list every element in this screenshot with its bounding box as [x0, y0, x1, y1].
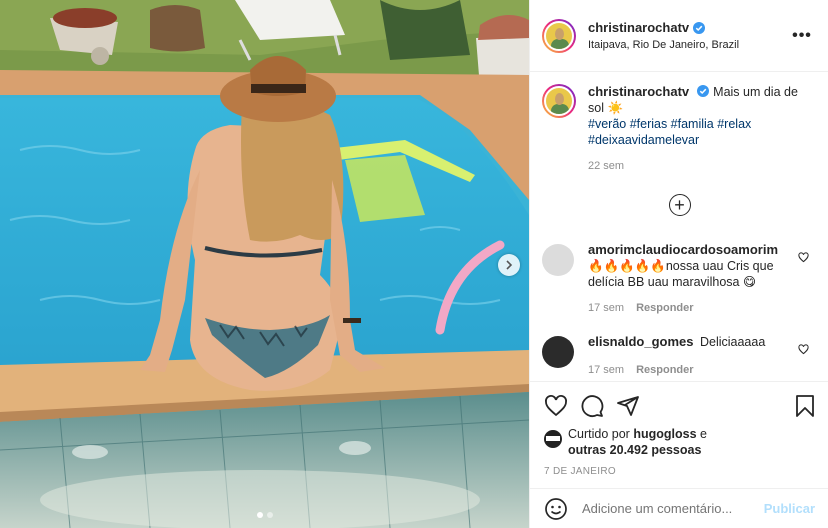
comment-item: elisnaldo_gomes Deliciaaaaa 17 sem Respo… [530, 334, 828, 378]
like-comment-heart-icon[interactable] [798, 252, 809, 263]
caption-timestamp[interactable]: 22 sem [588, 158, 815, 174]
chevron-right-icon [506, 260, 513, 270]
commenter-avatar[interactable] [542, 244, 574, 276]
author-username[interactable]: christinarochatv [588, 20, 689, 35]
post-header: christinarochatv Itaipava, Rio De Janeir… [530, 0, 828, 72]
comment-input[interactable] [582, 501, 764, 516]
reply-button[interactable]: Responder [636, 300, 693, 316]
reply-button[interactable]: Responder [636, 362, 693, 378]
carousel-dot [266, 512, 273, 518]
carousel-indicator [0, 512, 529, 518]
publish-button[interactable]: Publicar [764, 501, 815, 516]
verified-badge-icon [697, 85, 710, 97]
post-actions: Curtido por hugogloss e outras 20.492 pe… [530, 381, 828, 477]
bookmark-icon[interactable] [793, 394, 817, 418]
share-icon[interactable] [616, 394, 640, 418]
load-more-comments: + [530, 194, 828, 216]
comment-timestamp[interactable]: 17 sem [588, 362, 624, 378]
carousel-next-button[interactable] [498, 254, 520, 276]
emoji-icon[interactable] [544, 497, 568, 521]
comment-icon[interactable] [580, 394, 604, 418]
plus-circle-icon[interactable]: + [668, 194, 691, 216]
commenter-avatar[interactable] [542, 336, 574, 368]
post-location[interactable]: Itaipava, Rio De Janeiro, Brazil [588, 39, 790, 51]
carousel-dot [256, 512, 263, 518]
post-date[interactable]: 7 DE JANEIRO [530, 458, 828, 477]
post-caption: christinarochatv Mais um dia de sol ☀️ #v… [530, 73, 828, 174]
pool-scene [0, 0, 529, 528]
likes-prefix: Curtido por [568, 427, 630, 441]
comment-username[interactable]: elisnaldo_gomes [588, 334, 693, 349]
liker-username[interactable]: hugogloss [633, 427, 696, 441]
likes-conj: e [700, 427, 707, 441]
more-options-button[interactable]: ••• [790, 27, 814, 45]
comment-username[interactable]: amorimclaudiocardosoamorim [588, 242, 778, 257]
comment-timestamp[interactable]: 17 sem [588, 300, 624, 316]
comment-text: 🔥🔥🔥🔥🔥nossa uau Cris que delícia BB uau m… [588, 259, 774, 289]
caption-username[interactable]: christinarochatv [588, 84, 689, 99]
likes-summary: Curtido por hugogloss e outras 20.492 pe… [530, 422, 828, 458]
author-avatar[interactable] [542, 18, 576, 53]
post-sidebar: christinarochatv Itaipava, Rio De Janeir… [529, 0, 828, 528]
liker-avatar[interactable] [544, 430, 562, 448]
like-comment-heart-icon[interactable] [798, 344, 809, 355]
verified-badge-icon [693, 21, 706, 34]
comment-text: Deliciaaaaa [699, 335, 766, 349]
comment-item: amorimclaudiocardosoamorim 🔥🔥🔥🔥🔥nossa ua… [530, 242, 828, 316]
comments-list[interactable]: christinarochatv Mais um dia de sol ☀️ #v… [530, 73, 828, 381]
sun-emoji: ☀️ [607, 101, 624, 115]
post-photo[interactable] [0, 0, 529, 528]
caption-hashtags[interactable]: #verão #ferias #familia #relax #deixaavi… [588, 117, 751, 147]
likes-count[interactable]: outras 20.492 pessoas [568, 443, 701, 457]
heart-icon[interactable] [544, 394, 568, 418]
caption-avatar[interactable] [542, 84, 576, 118]
comment-composer: Publicar [530, 488, 828, 528]
